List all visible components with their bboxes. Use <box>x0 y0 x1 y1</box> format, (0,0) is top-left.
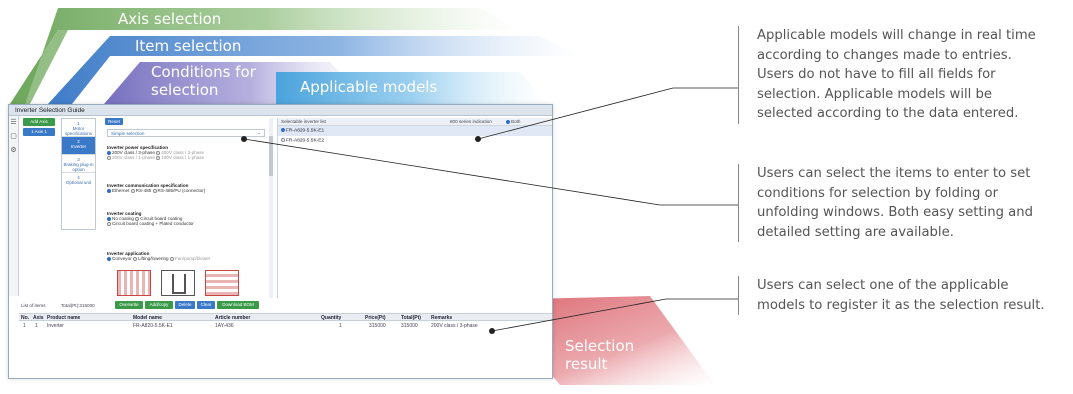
td-axis: 1 <box>35 323 38 329</box>
settings-icon[interactable]: ⚙ <box>9 144 18 158</box>
th-article: Article number <box>215 315 251 321</box>
power-spec-group: Inverter power specification 200V class … <box>107 145 205 160</box>
th-axis: Axis <box>33 315 44 321</box>
reset-button[interactable]: Reset <box>105 118 123 125</box>
series-indication-label: 800 series indication <box>450 119 492 124</box>
add-axis-button[interactable]: Add Axis <box>23 118 55 126</box>
nav-item-inverter[interactable]: 2 Inverter <box>62 137 95 155</box>
th-price: Price(Pt) <box>365 315 386 321</box>
folder-icon[interactable]: ▢ <box>9 130 18 144</box>
item-navigation: 1 Motor specifications 2 Inverter 3 Braking… <box>61 118 96 230</box>
nav-item-braking[interactable]: 3 Braking plug-in option <box>62 155 95 173</box>
nav-item-optional[interactable]: 4 Optional unit <box>62 173 95 191</box>
td-no: 1 <box>23 323 26 329</box>
lifting-image[interactable] <box>161 270 195 296</box>
th-quantity: Quantity <box>321 315 342 321</box>
td-article: 1AY-436 <box>215 323 234 329</box>
inverter-list-title: Selectable inverter list <box>281 119 326 124</box>
inverter-selection-window: Inverter Selection Guide ☰ ▢ ⚙ Add Axis … <box>8 104 553 379</box>
inverter-list-panel: Selectable inverter list 800 series indi… <box>277 118 552 298</box>
power-opt-100v-1ph[interactable]: 100V class / 1-phase <box>156 155 204 160</box>
comm-opt-rs485[interactable]: RS-485 <box>130 188 151 193</box>
comm-opt-rs485-pu[interactable]: RS-485/PU (connector) <box>152 188 205 193</box>
td-product: Inverter <box>47 323 64 329</box>
th-no: No. <box>21 315 30 321</box>
series-indication-option[interactable]: Both <box>506 119 520 124</box>
app-opt-conveyor[interactable]: Conveyor <box>107 256 132 261</box>
selection-mode-select[interactable]: Simple selection ⌄ <box>107 129 265 137</box>
add-copy-button[interactable]: Add/copy <box>145 301 173 309</box>
td-quantity: 1 <box>339 323 342 329</box>
conditions-label-line2: selection <box>151 81 219 99</box>
window-title: Inverter Selection Guide <box>9 105 552 116</box>
result-table-header: No. Axis Product name Model name Article… <box>19 313 552 321</box>
conditions-scrollbar[interactable] <box>269 118 273 298</box>
th-model: Model name <box>133 315 162 321</box>
explanation-conditions: Users can select the items to enter to s… <box>738 164 1033 242</box>
fan-pump-image[interactable] <box>205 270 239 296</box>
td-remarks: 200V class / 3-phase <box>431 323 478 329</box>
total-price: Total(Pt):315000 <box>61 303 95 308</box>
app-opt-lifting[interactable]: Lifting/lowering <box>132 256 169 261</box>
coating-opt-board-plated[interactable]: Circuit board coating + Plated conductor <box>107 221 194 226</box>
applicable-models-label: Applicable models <box>300 78 438 96</box>
explanation-selection-result: Users can select one of the applicable m… <box>738 276 1045 315</box>
th-remarks: Remarks <box>431 315 453 321</box>
clear-button[interactable]: Clear <box>197 301 215 309</box>
td-total: 315000 <box>401 323 418 329</box>
coating-group: Inverter coating No coating Circuit boar… <box>107 211 194 226</box>
delete-button[interactable]: Delete <box>175 301 195 309</box>
download-bom-button[interactable]: Download BOM <box>217 301 259 309</box>
menu-icon[interactable]: ☰ <box>9 116 18 130</box>
selection-result-label-line1: Selection <box>565 337 635 355</box>
conveyor-image[interactable] <box>117 270 151 296</box>
nav-item-motor[interactable]: 1 Motor specifications <box>62 119 95 137</box>
app-opt-fan[interactable]: Fan/pump/blower <box>169 256 210 261</box>
inverter-list-item[interactable]: FR-A820-5.5K-E1 <box>278 126 552 136</box>
inverter-list-item[interactable]: FR-A820-5.5K-E2 <box>278 136 552 146</box>
list-count: List of items <box>21 303 46 308</box>
inverter-list-header: Selectable inverter list 800 series indi… <box>278 118 552 126</box>
td-model: FR-A820-5.5K-E1 <box>133 323 173 329</box>
overwrite-button[interactable]: Overwrite <box>115 301 143 309</box>
th-total: Total(Pt) <box>401 315 421 321</box>
power-opt-200v-1ph[interactable]: 200V class / 1-phase <box>107 155 155 160</box>
td-price: 315000 <box>369 323 386 329</box>
item-selection-label: Item selection <box>135 37 242 55</box>
left-toolbar: ☰ ▢ ⚙ <box>9 116 19 296</box>
th-product: Product name <box>47 315 81 321</box>
table-row[interactable]: 1 1 Inverter FR-A820-5.5K-E1 1AY-436 1 3… <box>19 322 552 330</box>
conditions-label-line1: Conditions for <box>151 63 256 81</box>
axis-selection-label: Axis selection <box>118 10 222 28</box>
application-group: Inverter application Conveyor Lifting/lo… <box>107 251 211 261</box>
communication-spec-group: Inverter communication specification Eth… <box>107 183 206 193</box>
axis-1-item[interactable]: 1 Axis 1 <box>23 128 55 136</box>
chevron-down-icon: ⌄ <box>257 130 261 135</box>
explanation-applicable-models: Applicable models will change in real ti… <box>738 26 1036 124</box>
selection-result-label-line2: result <box>565 355 608 373</box>
comm-opt-ethernet[interactable]: Ethernet <box>107 188 129 193</box>
